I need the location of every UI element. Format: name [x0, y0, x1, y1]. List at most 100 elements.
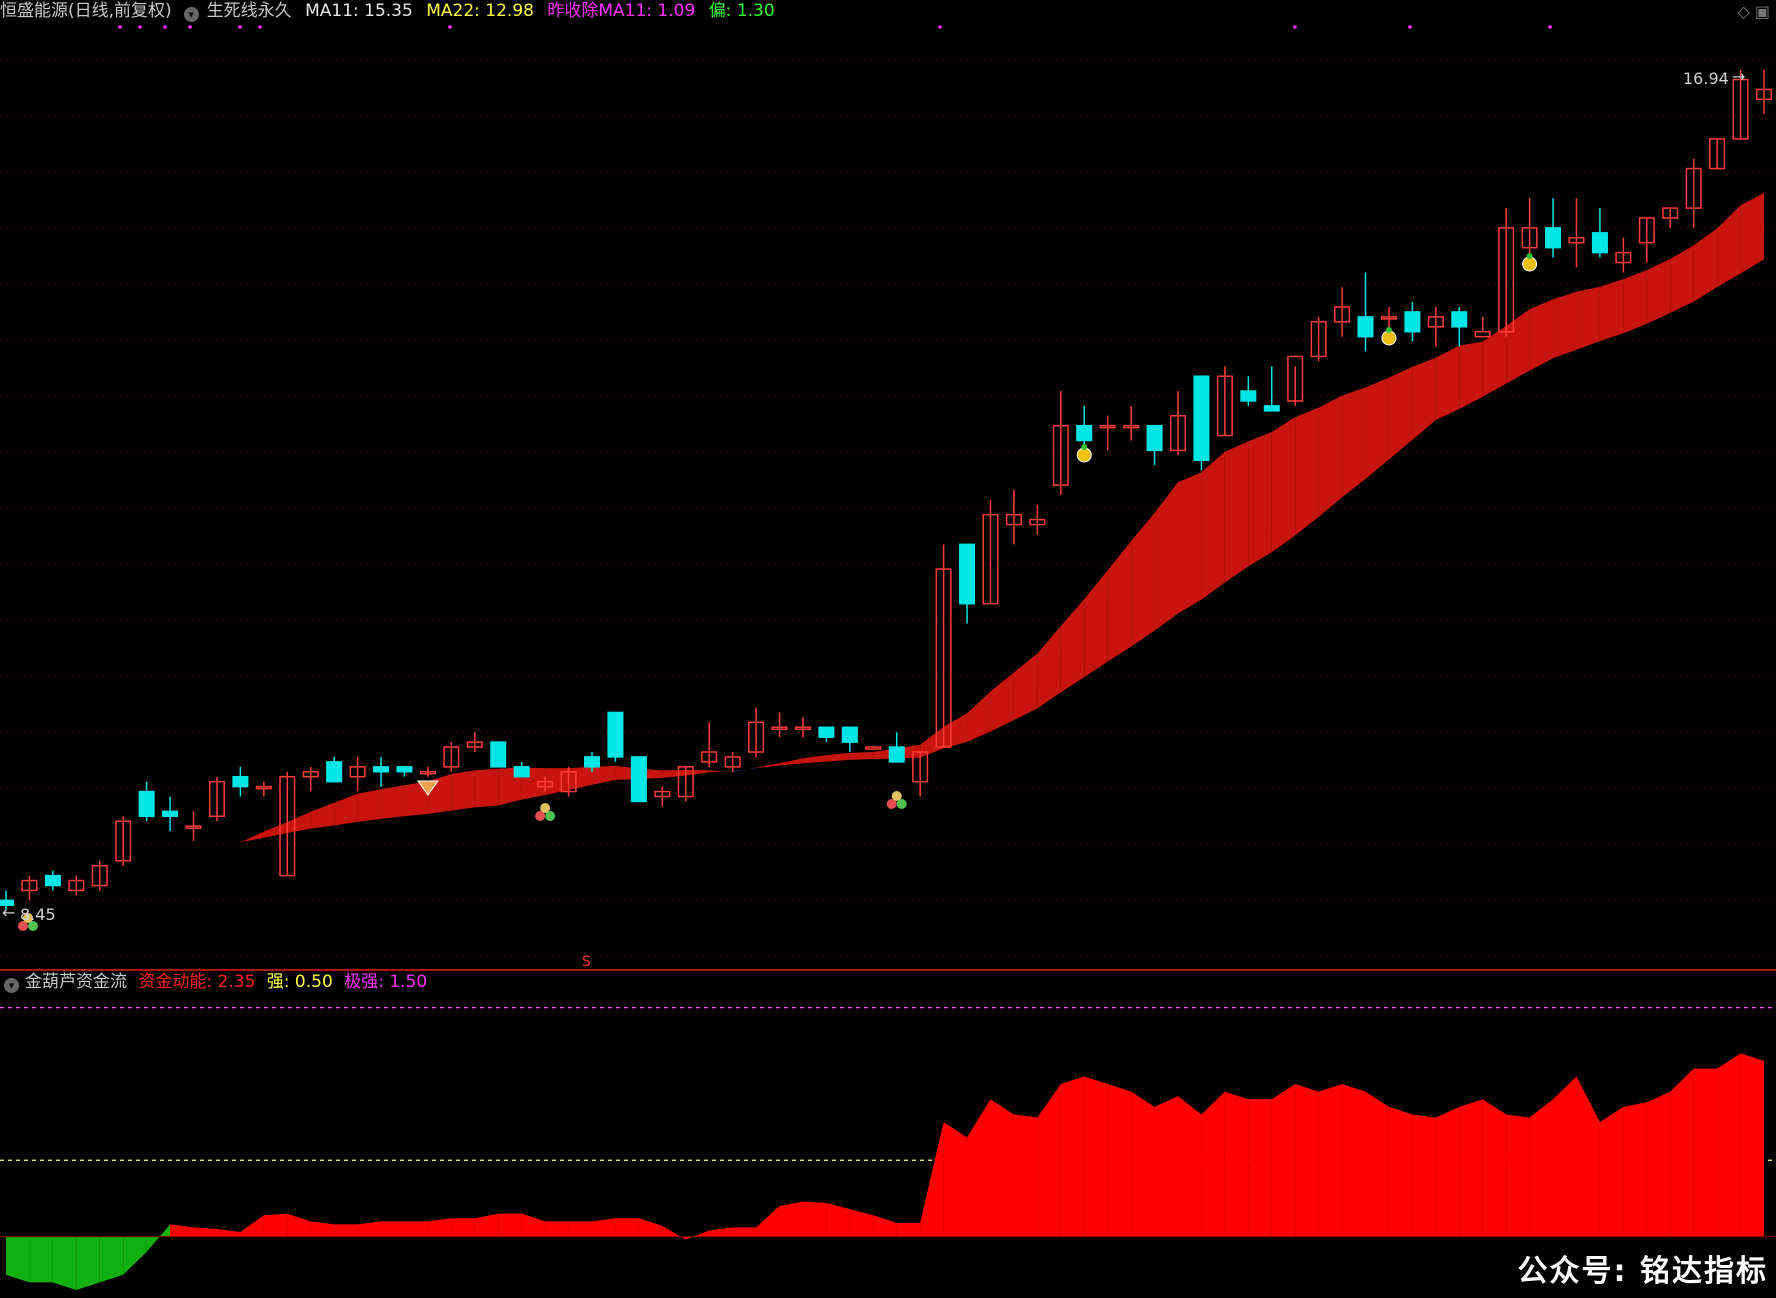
candlestick-series	[0, 69, 1773, 911]
fund-flow-segment	[310, 1221, 335, 1237]
deviation-value: 偏: 1.30	[708, 1, 775, 21]
fund-flow-segment	[6, 1236, 30, 1283]
ribbon-segment	[310, 802, 335, 829]
ribbon-segment	[920, 726, 944, 758]
top-marker-dot	[163, 25, 167, 29]
fund-flow-segment	[1459, 1099, 1483, 1237]
fund-flow-segment	[709, 1227, 733, 1237]
fund-flow-segment	[1342, 1083, 1366, 1237]
fund-flow-segment	[545, 1221, 569, 1237]
candle-body	[1146, 424, 1163, 452]
fund-flow-segment	[52, 1236, 77, 1290]
top-marker-dot	[188, 25, 192, 29]
fund-flow-segment	[1388, 1106, 1413, 1237]
fund-flow-segment	[451, 1218, 475, 1237]
ribbon-segment	[474, 768, 499, 808]
fund-flow-segment	[592, 1218, 616, 1237]
fund-flow-segment	[1318, 1083, 1343, 1237]
fund-flow-segment	[849, 1209, 874, 1237]
ribbon-segment	[1459, 341, 1483, 410]
diamond-icon[interactable]: ◇	[1737, 2, 1749, 21]
window-icon[interactable]: ▣	[1755, 2, 1770, 21]
main-chart[interactable]: 16.94 → ← 8.45 S	[0, 0, 1776, 1298]
fund-flow-segment	[990, 1099, 1014, 1237]
fund-flow-segment	[357, 1221, 382, 1237]
candle-body	[1591, 232, 1608, 254]
fund-flow-segment	[662, 1225, 686, 1240]
candle-body	[818, 726, 835, 738]
fund-flow-segment	[1529, 1099, 1554, 1237]
indicator-toggle-icon[interactable]: ▾	[183, 7, 199, 22]
fund-flow-segment	[1271, 1083, 1296, 1237]
ribbon-segment	[1271, 417, 1296, 553]
sub-indicator-name: 金葫芦资金流	[25, 972, 127, 992]
fund-flow-segment	[521, 1213, 546, 1237]
fund-flow-segment	[216, 1228, 241, 1237]
indicator-name: 生死线永久	[206, 1, 292, 21]
fund-flow-segment	[1084, 1076, 1108, 1237]
ribbon-segment	[1107, 541, 1132, 662]
fund-flow-segment	[1482, 1099, 1507, 1237]
top-marker-dot	[118, 25, 122, 29]
fund-flow-segment	[287, 1213, 311, 1237]
top-marker-dot	[138, 25, 142, 29]
fund-flow-segment	[1623, 1102, 1647, 1237]
candle-body	[1076, 424, 1093, 442]
candle-body	[841, 726, 858, 743]
fund-flow-segment	[1013, 1114, 1038, 1237]
ribbon-segment	[1412, 357, 1436, 440]
fund-flow-segment	[1037, 1083, 1061, 1237]
ribbon-segment	[1553, 291, 1577, 359]
fund-flow-segment	[334, 1224, 358, 1237]
ribbon-segment	[287, 811, 311, 834]
top-marker-dot	[1408, 25, 1412, 29]
ribbon-segment	[99, 873, 124, 884]
ribbon-segment	[381, 785, 405, 819]
stock-title[interactable]: 恒盛能源(日线,前复权)	[0, 1, 172, 21]
fund-flow-segment	[943, 1122, 968, 1237]
ribbon-segment	[357, 789, 382, 822]
candle-body	[888, 746, 905, 763]
ribbon-segment	[662, 769, 686, 778]
ribbon-segment	[240, 831, 264, 843]
grid-layer	[0, 25, 1776, 957]
candle-body	[396, 766, 413, 773]
fund-flow-segment	[1599, 1106, 1624, 1237]
ball-cluster-icon	[891, 791, 902, 801]
high-label: 16.94	[1683, 69, 1729, 88]
ribbon-segment	[1037, 626, 1061, 709]
fund-flow-segment	[1670, 1068, 1694, 1237]
ribbon-segment	[1013, 653, 1038, 721]
ribbon-segment	[193, 847, 217, 856]
candle-body	[1263, 405, 1280, 412]
fund-flow-segment	[1553, 1076, 1577, 1237]
ribbon-segment	[826, 752, 850, 762]
fund-flow-segment	[1506, 1114, 1530, 1237]
fund-power-value: 资金动能: 2.35	[138, 972, 256, 992]
sub-toggle-icon[interactable]: ▾	[4, 978, 19, 993]
low-arrow-icon: ←	[2, 903, 15, 922]
fund-flow-segment	[826, 1203, 850, 1237]
fund-flow-segment	[615, 1218, 639, 1237]
ribbon-segment	[1342, 387, 1366, 498]
candle-body	[1474, 330, 1491, 338]
fund-flow-segment	[967, 1099, 991, 1237]
fund-flow-segment	[76, 1236, 100, 1290]
ribbon-segment	[1295, 407, 1319, 536]
top-marker-dot	[238, 25, 242, 29]
fund-flow-segment	[1435, 1106, 1460, 1237]
low-label: 8.45	[20, 905, 56, 924]
ribbon-segment	[732, 767, 757, 772]
fund-flow-segment	[756, 1206, 780, 1237]
ribbon-segment	[1740, 192, 1764, 274]
gourd-leaf-icon	[1081, 444, 1088, 450]
fund-flow-segment	[1740, 1053, 1764, 1237]
fund-flow-area	[0, 1007, 1776, 1290]
fund-flow-segment	[1295, 1083, 1319, 1237]
watermark: 公众号: 铭达指标	[1517, 1254, 1768, 1289]
candle-body	[1545, 227, 1562, 249]
ribbon-segment	[967, 691, 991, 742]
fund-flow-segment	[99, 1236, 124, 1283]
gourd-icon	[1076, 447, 1092, 463]
fund-flow-segment	[427, 1218, 452, 1237]
